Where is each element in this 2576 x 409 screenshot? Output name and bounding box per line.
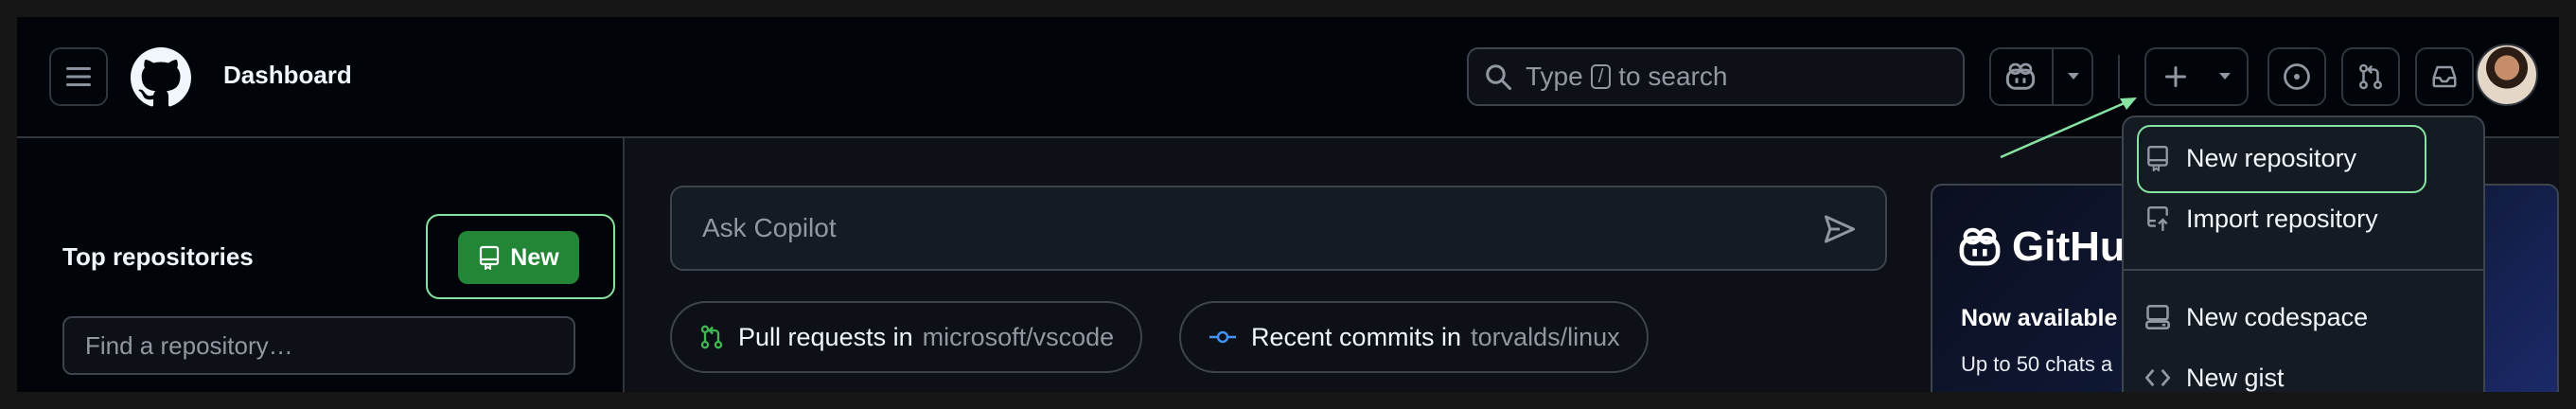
create-new-button[interactable] <box>2144 47 2249 106</box>
suggestion-repo: torvalds/linux <box>1471 322 1620 351</box>
create-new-menu: New repository Import repository New cod… <box>2122 116 2485 392</box>
search-icon <box>1486 64 1511 90</box>
promo-brand-text: GitHu <box>2012 223 2126 270</box>
promo-subtext: Up to 50 chats a <box>1961 352 2113 376</box>
inbox-icon <box>2432 65 2457 88</box>
git-pull-request-icon <box>700 325 723 349</box>
github-dashboard: Dashboard Type / to search Top repositor… <box>17 17 2559 392</box>
suggestion-repo: microsoft/vscode <box>922 322 1115 351</box>
menu-item-import-repository[interactable]: Import repository <box>2144 193 2378 244</box>
search-shortcut-key: / <box>1590 64 1612 89</box>
git-commit-icon <box>1209 330 1236 344</box>
git-pull-request-icon <box>2359 63 2382 90</box>
copilot-icon <box>2005 62 2036 90</box>
code-icon <box>2144 368 2171 387</box>
page-title[interactable]: Dashboard <box>223 61 352 90</box>
menu-item-new-gist[interactable]: New gist <box>2144 352 2285 392</box>
issues-button[interactable] <box>2267 47 2326 106</box>
copilot-icon <box>1959 227 2001 266</box>
repo-push-icon <box>2147 205 2168 231</box>
new-button-label: New <box>510 243 559 271</box>
triangle-down-icon <box>2068 73 2079 80</box>
user-avatar[interactable] <box>2476 44 2538 106</box>
find-repository-input[interactable]: Find a repository… <box>62 316 575 375</box>
ask-copilot-input[interactable]: Ask Copilot <box>670 186 1887 271</box>
promo-headline: Now available <box>1961 305 2118 331</box>
copilot-divider <box>2052 49 2054 104</box>
ask-copilot-placeholder: Ask Copilot <box>702 213 837 242</box>
search-prefix: Type <box>1526 62 1583 91</box>
triangle-down-icon <box>2219 73 2231 80</box>
pull-requests-button[interactable] <box>2341 47 2400 106</box>
menu-button[interactable] <box>49 47 108 106</box>
suggestion-recent-commits[interactable]: Recent commits in torvalds/linux <box>1179 301 1649 373</box>
menu-item-new-repository[interactable]: New repository <box>2144 133 2356 184</box>
github-logo-icon[interactable] <box>131 47 191 108</box>
dashboard-sidebar: Top repositories New Find a repository… <box>17 138 625 392</box>
send-icon[interactable] <box>1823 214 1857 244</box>
codespaces-icon <box>2145 305 2170 329</box>
menu-item-label: New repository <box>2186 143 2357 172</box>
issue-opened-icon <box>2284 63 2310 90</box>
suggestion-label: Recent commits in <box>1251 322 1462 351</box>
inbox-button[interactable] <box>2415 47 2474 106</box>
new-repository-button[interactable]: New <box>458 231 579 284</box>
copilot-button[interactable] <box>1989 47 2093 106</box>
plus-icon <box>2165 66 2186 87</box>
hamburger-icon <box>66 67 91 86</box>
search-input[interactable]: Type / to search <box>1467 47 1965 106</box>
repo-icon <box>2147 145 2168 171</box>
menu-item-label: New gist <box>2186 363 2285 392</box>
repo-icon <box>480 245 500 270</box>
suggestion-label: Pull requests in <box>738 322 913 351</box>
header-divider <box>2118 55 2120 98</box>
top-repositories-heading: Top repositories <box>62 242 254 271</box>
promo-brand: GitHu <box>1957 223 2126 271</box>
menu-item-new-codespace[interactable]: New codespace <box>2144 292 2368 343</box>
search-suffix: to search <box>1618 62 1728 91</box>
menu-item-label: Import repository <box>2186 204 2378 233</box>
suggestion-pull-requests[interactable]: Pull requests in microsoft/vscode <box>670 301 1143 373</box>
menu-divider <box>2124 269 2483 271</box>
menu-item-label: New codespace <box>2186 302 2369 331</box>
